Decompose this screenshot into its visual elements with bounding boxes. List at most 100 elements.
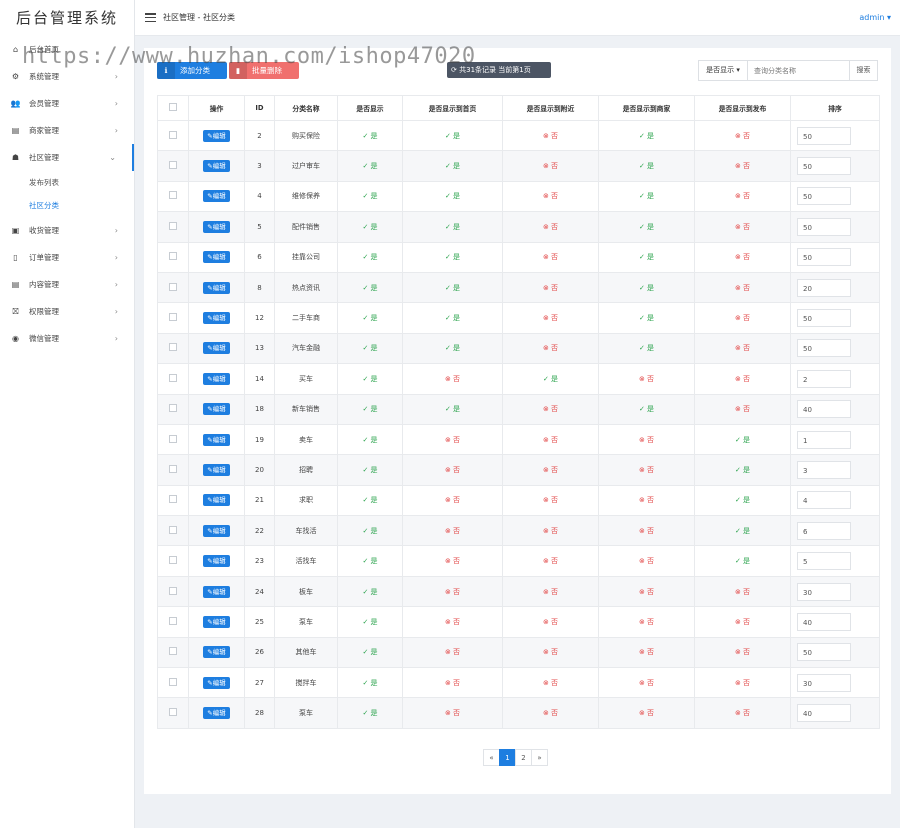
status-yes[interactable]: ✓ 是: [362, 618, 377, 626]
sort-order-input[interactable]: 50: [797, 248, 851, 267]
status-yes[interactable]: ✓ 是: [362, 132, 377, 140]
status-yes[interactable]: ✓ 是: [362, 709, 377, 717]
status-yes[interactable]: ✓ 是: [543, 375, 558, 383]
status-no[interactable]: ⊗ 否: [445, 496, 460, 504]
status-no[interactable]: ⊗ 否: [543, 709, 558, 717]
status-no[interactable]: ⊗ 否: [735, 284, 750, 292]
status-no[interactable]: ⊗ 否: [445, 375, 460, 383]
status-no[interactable]: ⊗ 否: [735, 162, 750, 170]
status-yes[interactable]: ✓ 是: [445, 192, 460, 200]
status-yes[interactable]: ✓ 是: [735, 466, 750, 474]
status-yes[interactable]: ✓ 是: [445, 132, 460, 140]
status-yes[interactable]: ✓ 是: [639, 405, 654, 413]
batch-delete-button[interactable]: ▮ 批量删除: [229, 62, 299, 79]
pagination-page[interactable]: 1: [499, 749, 516, 766]
status-yes[interactable]: ✓ 是: [362, 253, 377, 261]
edit-button[interactable]: ✎编辑: [203, 160, 230, 173]
sidebar-item-1[interactable]: ⚙ 系统管理 ›: [0, 63, 134, 90]
status-yes[interactable]: ✓ 是: [362, 436, 377, 444]
sidebar-item-9[interactable]: ◉ 微信管理 ›: [0, 325, 134, 352]
edit-button[interactable]: ✎编辑: [203, 251, 230, 264]
row-checkbox[interactable]: [169, 556, 177, 565]
sidebar-item-0[interactable]: ⌂ 后台首页: [0, 36, 134, 63]
edit-button[interactable]: ✎编辑: [203, 463, 230, 476]
status-no[interactable]: ⊗ 否: [735, 375, 750, 383]
select-all-checkbox[interactable]: [169, 103, 177, 111]
status-no[interactable]: ⊗ 否: [445, 466, 460, 474]
row-checkbox[interactable]: [169, 464, 177, 473]
row-checkbox[interactable]: [169, 434, 177, 443]
sort-order-input[interactable]: 50: [797, 309, 851, 328]
sort-order-input[interactable]: 50: [797, 187, 851, 206]
pagination-prev[interactable]: «: [483, 749, 500, 766]
status-yes[interactable]: ✓ 是: [362, 588, 377, 596]
status-no[interactable]: ⊗ 否: [445, 648, 460, 656]
status-no[interactable]: ⊗ 否: [735, 709, 750, 717]
edit-button[interactable]: ✎编辑: [203, 220, 230, 233]
status-no[interactable]: ⊗ 否: [445, 588, 460, 596]
row-checkbox[interactable]: [169, 373, 177, 382]
status-yes[interactable]: ✓ 是: [735, 527, 750, 535]
row-checkbox[interactable]: [169, 404, 177, 413]
status-yes[interactable]: ✓ 是: [735, 436, 750, 444]
pagination-next[interactable]: »: [531, 749, 548, 766]
sidebar-subitem-0[interactable]: 发布列表: [0, 171, 134, 194]
status-no[interactable]: ⊗ 否: [543, 192, 558, 200]
status-no[interactable]: ⊗ 否: [543, 679, 558, 687]
status-no[interactable]: ⊗ 否: [543, 588, 558, 596]
status-no[interactable]: ⊗ 否: [543, 284, 558, 292]
sidebar-item-7[interactable]: ▤ 内容管理 ›: [0, 271, 134, 298]
status-yes[interactable]: ✓ 是: [639, 162, 654, 170]
status-yes[interactable]: ✓ 是: [362, 648, 377, 656]
sidebar-subitem-1[interactable]: 社区分类: [0, 194, 134, 217]
status-no[interactable]: ⊗ 否: [445, 618, 460, 626]
status-yes[interactable]: ✓ 是: [445, 314, 460, 322]
row-checkbox[interactable]: [169, 191, 177, 200]
sort-order-input[interactable]: 4: [797, 491, 851, 510]
status-no[interactable]: ⊗ 否: [543, 405, 558, 413]
status-no[interactable]: ⊗ 否: [543, 557, 558, 565]
status-yes[interactable]: ✓ 是: [735, 496, 750, 504]
status-no[interactable]: ⊗ 否: [445, 527, 460, 535]
row-checkbox[interactable]: [169, 708, 177, 717]
sort-order-input[interactable]: 6: [797, 521, 851, 540]
sort-order-input[interactable]: 50: [797, 217, 851, 236]
status-yes[interactable]: ✓ 是: [362, 466, 377, 474]
status-no[interactable]: ⊗ 否: [735, 618, 750, 626]
row-checkbox[interactable]: [169, 221, 177, 230]
status-no[interactable]: ⊗ 否: [543, 162, 558, 170]
status-yes[interactable]: ✓ 是: [362, 162, 377, 170]
status-no[interactable]: ⊗ 否: [735, 344, 750, 352]
row-checkbox[interactable]: [169, 313, 177, 322]
status-no[interactable]: ⊗ 否: [735, 648, 750, 656]
status-no[interactable]: ⊗ 否: [735, 132, 750, 140]
edit-button[interactable]: ✎编辑: [203, 585, 230, 598]
edit-button[interactable]: ✎编辑: [203, 372, 230, 385]
sort-order-input[interactable]: 1: [797, 430, 851, 449]
row-checkbox[interactable]: [169, 130, 177, 139]
status-yes[interactable]: ✓ 是: [362, 192, 377, 200]
status-yes[interactable]: ✓ 是: [639, 192, 654, 200]
status-no[interactable]: ⊗ 否: [639, 436, 654, 444]
sidebar-item-5[interactable]: ▣ 收货管理 ›: [0, 217, 134, 244]
status-yes[interactable]: ✓ 是: [639, 284, 654, 292]
edit-button[interactable]: ✎编辑: [203, 403, 230, 416]
status-no[interactable]: ⊗ 否: [639, 496, 654, 504]
status-no[interactable]: ⊗ 否: [639, 679, 654, 687]
sort-order-input[interactable]: 5: [797, 552, 851, 571]
row-checkbox[interactable]: [169, 343, 177, 352]
status-yes[interactable]: ✓ 是: [445, 223, 460, 231]
status-yes[interactable]: ✓ 是: [445, 284, 460, 292]
sidebar-item-6[interactable]: ▯ 订单管理 ›: [0, 244, 134, 271]
edit-button[interactable]: ✎编辑: [203, 676, 230, 689]
row-checkbox[interactable]: [169, 282, 177, 291]
status-no[interactable]: ⊗ 否: [735, 192, 750, 200]
row-checkbox[interactable]: [169, 586, 177, 595]
sidebar-item-3[interactable]: ▤ 商家管理 ›: [0, 117, 134, 144]
status-no[interactable]: ⊗ 否: [639, 527, 654, 535]
status-no[interactable]: ⊗ 否: [543, 253, 558, 261]
status-yes[interactable]: ✓ 是: [362, 223, 377, 231]
status-no[interactable]: ⊗ 否: [543, 496, 558, 504]
edit-button[interactable]: ✎编辑: [203, 190, 230, 203]
status-no[interactable]: ⊗ 否: [735, 223, 750, 231]
